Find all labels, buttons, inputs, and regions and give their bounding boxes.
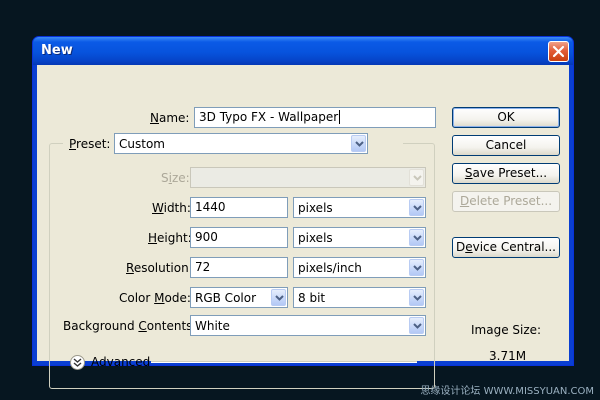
size-select <box>190 167 426 188</box>
name-label: Name: <box>150 111 190 125</box>
height-input[interactable]: 900 <box>190 227 288 248</box>
bit-depth-dropdown-button[interactable] <box>409 289 424 306</box>
width-input[interactable]: 1440 <box>190 197 288 218</box>
close-button[interactable] <box>548 41 569 62</box>
delete-preset-button: Delete Preset... <box>452 191 560 212</box>
save-preset-button[interactable]: Save Preset... <box>452 163 560 184</box>
chevron-down-icon <box>275 295 284 301</box>
preset-dropdown-button[interactable] <box>351 135 366 152</box>
double-chevron-down-icon <box>73 358 82 367</box>
size-dropdown-button <box>409 169 424 186</box>
resolution-input[interactable]: 72 <box>190 257 288 278</box>
color-mode-select[interactable]: RGB Color <box>190 287 288 308</box>
name-input[interactable]: 3D Typo FX - Wallpaper <box>194 107 436 128</box>
image-size-label: Image Size: <box>471 323 542 337</box>
background-contents-dropdown-button[interactable] <box>409 317 424 334</box>
resolution-label: Resolution: <box>126 261 193 275</box>
chevron-down-icon <box>413 235 422 241</box>
advanced-divider <box>151 361 417 363</box>
background-contents-label: Background Contents: <box>63 319 197 333</box>
width-unit-select[interactable]: pixels <box>293 197 426 218</box>
new-document-dialog: New Name: 3D Typo FX - Wallpaper Preset:… <box>32 36 574 389</box>
chevron-down-icon <box>355 141 364 147</box>
resolution-unit-dropdown-button[interactable] <box>409 259 424 276</box>
resolution-unit-select[interactable]: pixels/inch <box>293 257 426 278</box>
dialog-title: New <box>41 43 73 58</box>
bit-depth-select[interactable]: 8 bit <box>293 287 426 308</box>
chevron-down-icon <box>413 295 422 301</box>
color-mode-dropdown-button[interactable] <box>271 289 286 306</box>
chevron-down-icon <box>413 175 422 181</box>
height-unit-select[interactable]: pixels <box>293 227 426 248</box>
height-label: Height: <box>148 231 192 245</box>
title-bar[interactable]: New <box>33 37 573 65</box>
cancel-button[interactable]: Cancel <box>452 135 560 156</box>
close-icon <box>552 45 565 58</box>
width-unit-dropdown-button[interactable] <box>409 199 424 216</box>
width-label: Width: <box>152 201 191 215</box>
background-contents-select[interactable]: White <box>190 315 426 336</box>
ok-button[interactable]: OK <box>452 107 560 128</box>
chevron-down-icon <box>413 323 422 329</box>
advanced-toggle[interactable] <box>70 355 85 370</box>
dialog-body: Name: 3D Typo FX - Wallpaper Preset: Cus… <box>37 65 569 389</box>
chevron-down-icon <box>413 265 422 271</box>
advanced-label[interactable]: Advanced <box>91 355 150 369</box>
chevron-down-icon <box>413 205 422 211</box>
color-mode-label: Color Mode: <box>119 291 191 305</box>
watermark: 思缘设计论坛 WWW.MISSYUAN.COM <box>420 386 594 397</box>
size-label: Size: <box>161 171 190 185</box>
device-central-button[interactable]: Device Central... <box>452 237 560 258</box>
image-size-value: 3.71M <box>489 349 527 363</box>
preset-label: Preset: <box>69 137 111 151</box>
preset-select[interactable]: Custom <box>114 133 368 154</box>
height-unit-dropdown-button[interactable] <box>409 229 424 246</box>
